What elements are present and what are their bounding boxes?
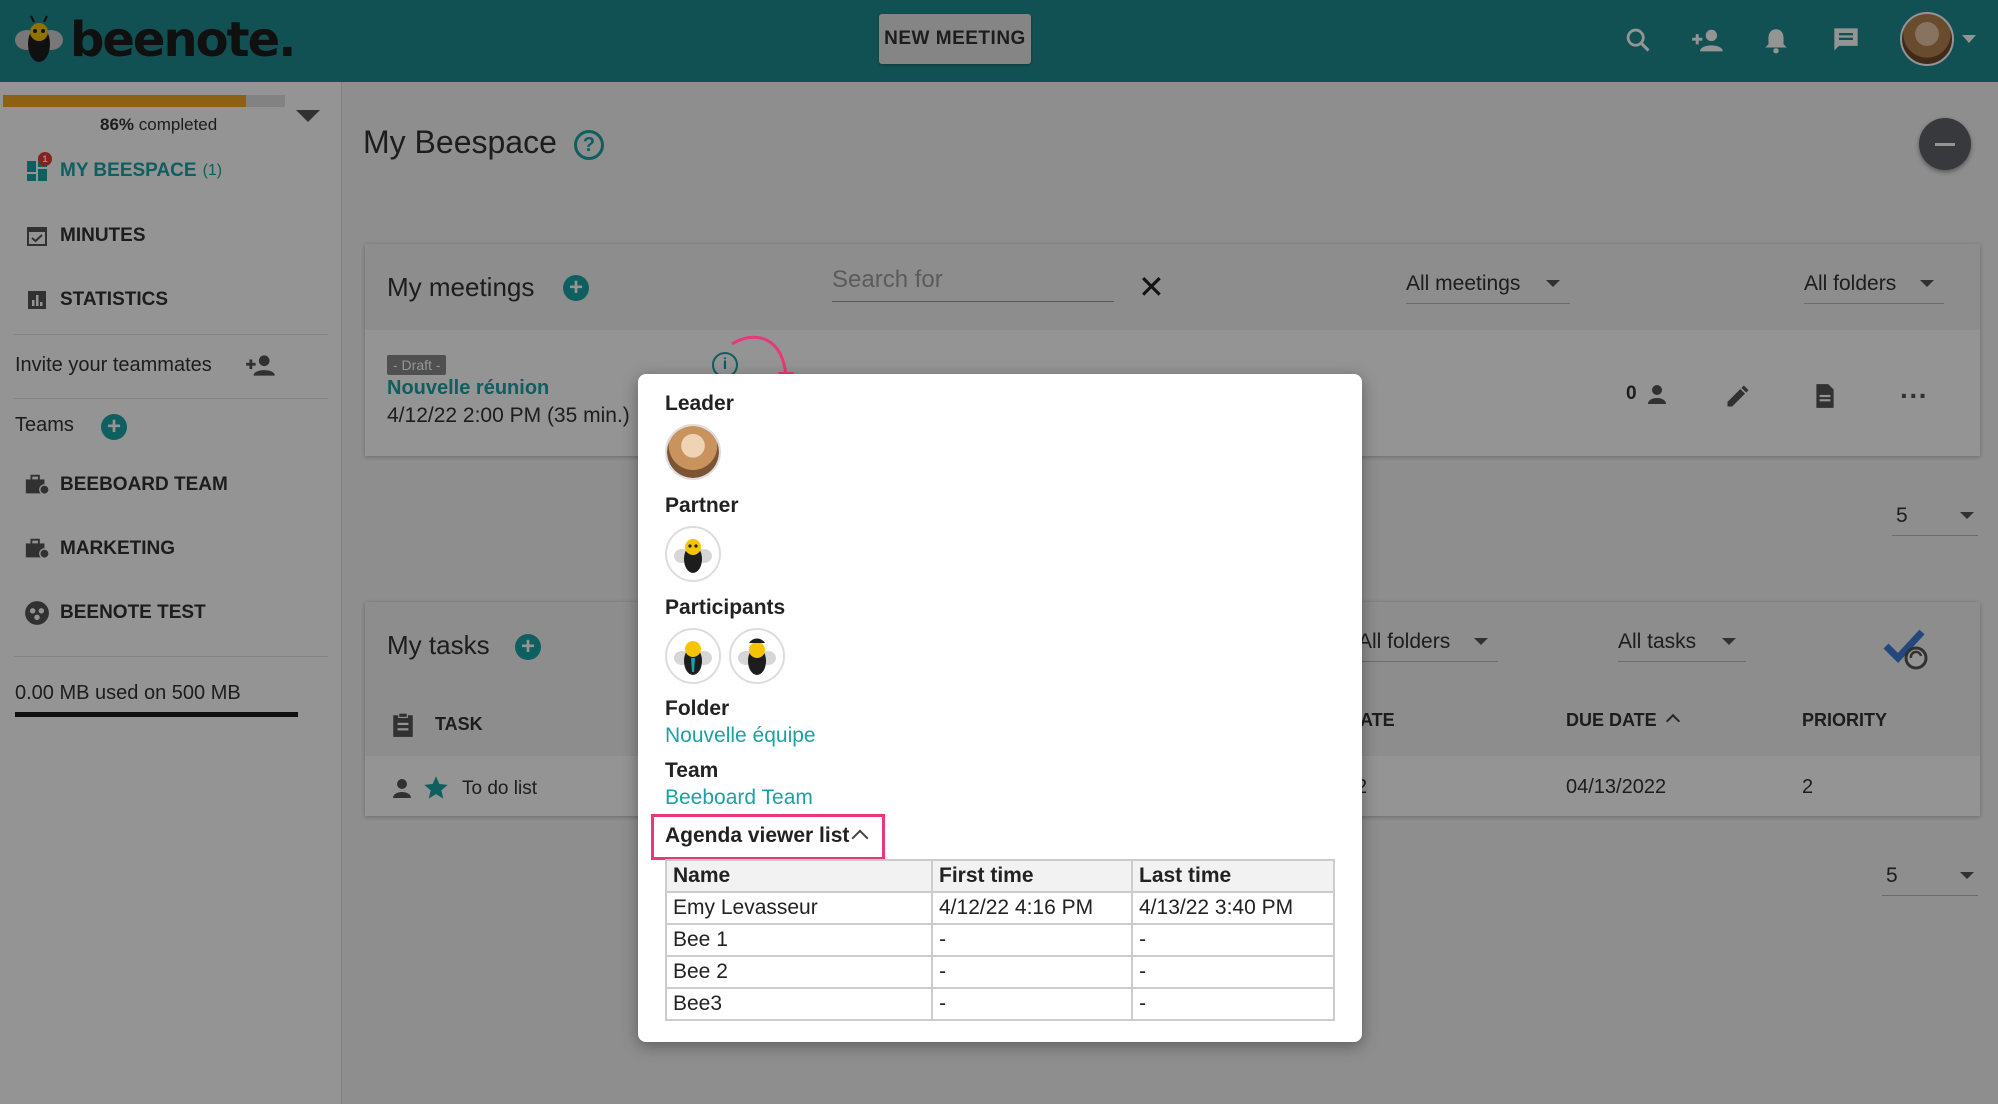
partner-avatar[interactable] <box>665 526 721 582</box>
folder-link[interactable]: Nouvelle équipe <box>665 724 816 748</box>
bee-avatar-icon <box>674 539 712 573</box>
leader-photo <box>667 426 719 478</box>
leader-avatar[interactable] <box>665 424 721 480</box>
viewer-last-time: - <box>1131 923 1335 957</box>
meeting-info-popup: Leader Partner Participants Folder Nouve… <box>638 374 1362 1042</box>
viewer-first-time: - <box>931 987 1133 1021</box>
folder-label: Folder <box>665 697 730 720</box>
bee-avatar-icon <box>738 638 776 675</box>
bee-tie-avatar-icon <box>674 641 712 675</box>
team-label: Team <box>665 759 719 782</box>
viewer-name: Emy Levasseur <box>665 891 933 925</box>
team-link[interactable]: Beeboard Team <box>665 786 813 810</box>
viewer-first-time: - <box>931 923 1133 957</box>
name-column-header: Name <box>665 859 933 893</box>
viewer-last-time: - <box>1131 987 1335 1021</box>
partner-label: Partner <box>665 494 739 517</box>
last-time-column-header: Last time <box>1131 859 1335 893</box>
agenda-viewer-table: Name First time Last time Emy Levasseur … <box>665 859 1335 1021</box>
viewer-name: Bee 1 <box>665 923 933 957</box>
leader-label: Leader <box>665 392 734 415</box>
table-row: Bee3 - - <box>665 987 1335 1021</box>
table-row: Bee 1 - - <box>665 923 1335 957</box>
participant-avatar[interactable] <box>729 628 785 684</box>
agenda-viewer-toggle[interactable]: Agenda viewer list <box>665 824 849 848</box>
participants-label: Participants <box>665 596 786 619</box>
participant-avatar[interactable] <box>665 628 721 684</box>
table-header-row: Name First time Last time <box>665 859 1335 893</box>
viewer-first-time: 4/12/22 4:16 PM <box>931 891 1133 925</box>
first-time-column-header: First time <box>931 859 1133 893</box>
viewer-name: Bee 2 <box>665 955 933 989</box>
viewer-name: Bee3 <box>665 987 933 1021</box>
table-row: Bee 2 - - <box>665 955 1335 989</box>
viewer-last-time: - <box>1131 955 1335 989</box>
table-row: Emy Levasseur 4/12/22 4:16 PM 4/13/22 3:… <box>665 891 1335 925</box>
viewer-last-time: 4/13/22 3:40 PM <box>1131 891 1335 925</box>
viewer-first-time: - <box>931 955 1133 989</box>
